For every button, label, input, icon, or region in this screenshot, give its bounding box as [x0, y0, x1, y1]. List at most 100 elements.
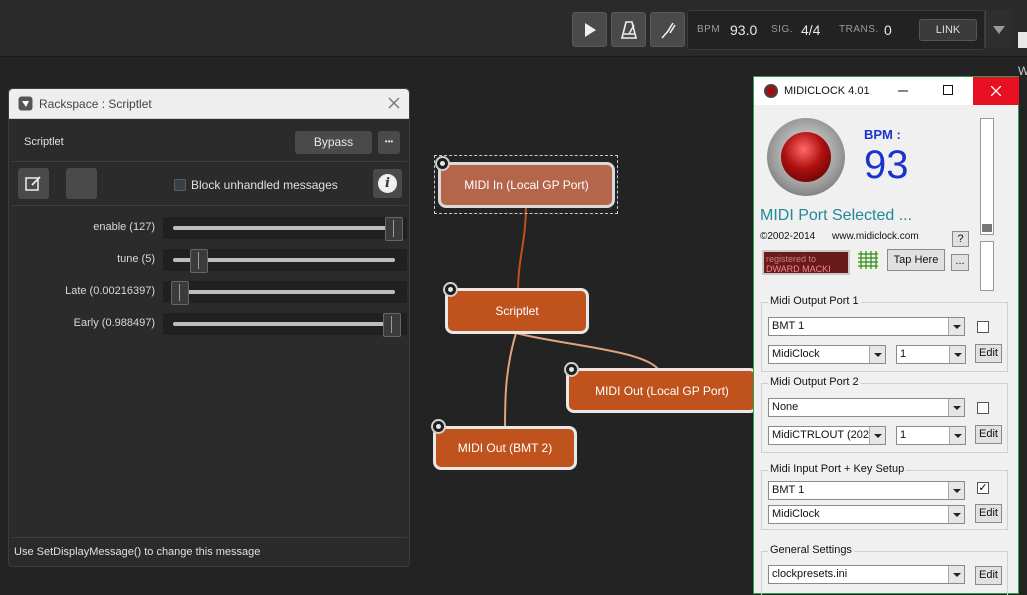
dropdown-arrow-icon — [949, 427, 965, 444]
tap-here-button[interactable]: Tap Here — [887, 249, 945, 271]
block-unhandled-checkbox[interactable] — [174, 179, 186, 191]
tempo-vertical-slider[interactable] — [980, 118, 994, 235]
slider-thumb[interactable] — [190, 249, 209, 273]
group-title: General Settings — [768, 544, 854, 556]
minimize-icon[interactable] — [898, 86, 908, 96]
output-1-edit-button[interactable]: Edit — [975, 344, 1002, 363]
close-icon — [991, 86, 1001, 96]
dropdown-arrow-icon — [948, 506, 964, 523]
info-button[interactable]: i — [373, 169, 402, 198]
plugin-name: Scriptlet — [24, 136, 64, 148]
param-row: Late (0.00216397) — [13, 280, 407, 305]
help-button[interactable]: ? — [952, 231, 969, 247]
node-pin-icon[interactable] — [435, 156, 450, 171]
output-1-channel-select[interactable]: 1 — [896, 345, 966, 364]
slider-handle[interactable] — [982, 224, 992, 232]
registration-box: registered to DWARD MACKI — [762, 250, 850, 275]
dropdown-arrow-icon — [869, 427, 885, 444]
group-title: Midi Output Port 2 — [768, 376, 861, 388]
blank-button[interactable] — [66, 168, 97, 199]
dropdown-arrow-icon — [948, 399, 964, 416]
param-row: tune (5) — [13, 248, 407, 273]
node-midi-out-bmt-label: MIDI Out (BMT 2) — [457, 441, 553, 455]
slider-thumb[interactable] — [171, 281, 189, 305]
gigperformer-logo-icon — [18, 96, 33, 111]
registered-line-2: DWARD MACKI — [766, 264, 831, 274]
copyright-text: ©2002-2014 — [760, 231, 816, 242]
dropdown-arrow-icon — [948, 566, 964, 583]
maximize-icon[interactable] — [943, 85, 953, 95]
node-midi-out-local-label: MIDI Out (Local GP Port) — [595, 383, 729, 398]
grid-icon[interactable] — [856, 250, 880, 270]
param-row: Early (0.988497) — [13, 312, 407, 337]
node-pin-icon[interactable] — [431, 419, 446, 434]
param-slider[interactable] — [163, 217, 407, 241]
dropdown-arrow-icon — [948, 318, 964, 335]
param-slider[interactable] — [163, 313, 407, 337]
registered-line-1: registered to — [766, 254, 817, 264]
output-1-port-select[interactable]: BMT 1 — [768, 317, 965, 336]
bypass-button[interactable]: Bypass — [295, 131, 372, 154]
fine-vertical-slider[interactable] — [980, 241, 994, 291]
param-slider[interactable] — [163, 281, 407, 305]
midiclock-app-icon — [764, 84, 778, 98]
node-pin-icon[interactable] — [564, 362, 579, 377]
node-midi-in-label: MIDI In (Local GP Port) — [464, 178, 589, 192]
dropdown-arrow-icon — [949, 346, 965, 363]
midi-output-port-2-group: Midi Output Port 2 None MidiCTRLOUT (202… — [761, 376, 1008, 453]
display-message: Use SetDisplayMessage() to change this m… — [14, 546, 261, 558]
node-scriptlet-label: Scriptlet — [495, 304, 539, 318]
output-2-mode-select[interactable]: MidiCTRLOUT (2023) — [768, 426, 886, 445]
slider-thumb[interactable] — [382, 313, 401, 337]
output-2-edit-button[interactable]: Edit — [975, 425, 1002, 444]
edit-icon — [25, 176, 41, 191]
dropdown-arrow-icon — [948, 482, 964, 499]
output-2-port-select[interactable]: None — [768, 398, 965, 417]
param-label: enable (127) — [93, 221, 155, 233]
more-options-button[interactable]: ••• — [378, 131, 400, 154]
rackspace-panel: Rackspace : Scriptlet Scriptlet Bypass •… — [8, 88, 410, 567]
output-2-channel-select[interactable]: 1 — [896, 426, 966, 445]
group-title: Midi Output Port 1 — [768, 295, 861, 307]
general-edit-button[interactable]: Edit — [975, 566, 1002, 585]
rackspace-titlebar[interactable]: Rackspace : Scriptlet — [9, 89, 409, 119]
more-button[interactable]: ... — [951, 254, 969, 271]
midiclock-titlebar[interactable]: MIDICLOCK 4.01 — [754, 77, 1019, 105]
node-pin-icon[interactable] — [443, 282, 458, 297]
mc-bpm-value: 93 — [864, 143, 909, 187]
rackspace-title: Rackspace : Scriptlet — [39, 97, 152, 111]
output-1-checkbox[interactable] — [977, 321, 989, 333]
slider-thumb[interactable] — [385, 217, 403, 241]
divider — [11, 205, 407, 206]
general-settings-group: General Settings clockpresets.ini Edit — [761, 544, 1008, 595]
window-close-button[interactable] — [973, 77, 1019, 105]
param-label: Early (0.988497) — [73, 317, 155, 329]
midiclock-led-button[interactable] — [767, 118, 845, 196]
node-scriptlet[interactable]: Scriptlet — [445, 288, 589, 334]
website-text: www.midiclock.com — [832, 231, 919, 242]
output-2-checkbox[interactable] — [977, 402, 989, 414]
node-midi-out-bmt[interactable]: MIDI Out (BMT 2) — [433, 426, 577, 470]
wire-midi-in-to-scriptlet — [517, 205, 527, 291]
presets-select[interactable]: clockpresets.ini — [768, 565, 965, 584]
node-midi-out-local[interactable]: MIDI Out (Local GP Port) — [566, 368, 758, 413]
divider — [11, 161, 407, 162]
input-checkbox[interactable]: ✓ — [977, 482, 989, 494]
param-slider[interactable] — [163, 249, 407, 273]
input-port-select[interactable]: BMT 1 — [768, 481, 965, 500]
wire-scriptlet-to-midi-out-bmt — [504, 332, 517, 431]
close-icon[interactable] — [388, 97, 400, 109]
edit-script-button[interactable] — [18, 168, 49, 199]
dropdown-arrow-icon — [869, 346, 885, 363]
param-row: enable (127) — [13, 216, 407, 241]
output-1-mode-select[interactable]: MidiClock — [768, 345, 886, 364]
node-midi-in[interactable]: MIDI In (Local GP Port) — [438, 162, 615, 208]
midi-input-port-group: Midi Input Port + Key Setup BMT 1 ✓ Midi… — [761, 463, 1008, 530]
midiclock-title: MIDICLOCK 4.01 — [784, 85, 870, 97]
record-led-icon — [781, 132, 831, 182]
input-edit-button[interactable]: Edit — [975, 504, 1002, 523]
input-mode-select[interactable]: MidiClock — [768, 505, 965, 524]
port-selected-text: MIDI Port Selected ... — [760, 207, 913, 224]
midiclock-window: MIDICLOCK 4.01 BPM : 93 MIDI Port Select… — [753, 76, 1019, 595]
midi-output-port-1-group: Midi Output Port 1 BMT 1 MidiClock 1 Edi… — [761, 295, 1008, 372]
